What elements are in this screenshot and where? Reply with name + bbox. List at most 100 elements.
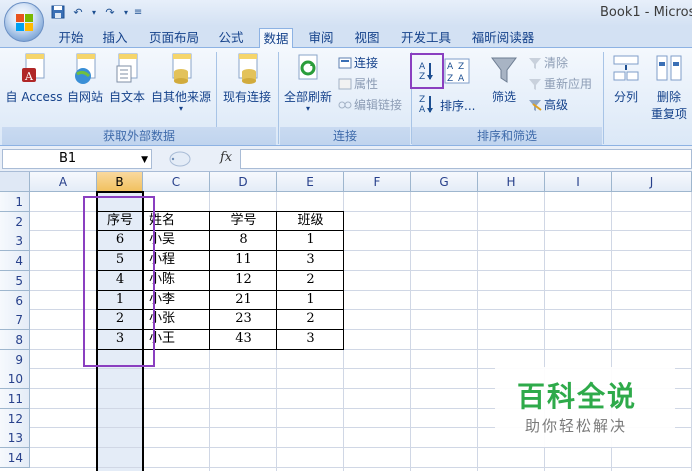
filter-funnel-icon <box>490 52 518 86</box>
svg-text:Z: Z <box>447 74 453 84</box>
text-to-columns-label: 分列 <box>613 90 638 104</box>
name-box[interactable]: B1 ▼ <box>2 149 152 169</box>
svg-text:A: A <box>447 62 454 72</box>
row-header-11[interactable]: 11 <box>0 389 30 409</box>
svg-text:Z: Z <box>458 62 464 72</box>
cell-c8[interactable]: 小王 <box>149 329 210 349</box>
header-cell-c[interactable]: 姓名 <box>149 211 210 231</box>
cell-e4[interactable]: 3 <box>277 250 344 270</box>
column-header-h[interactable]: H <box>478 172 545 192</box>
sort-descending-button[interactable]: ZA <box>414 94 438 116</box>
access-icon: A <box>20 52 48 86</box>
redo-dropdown-icon[interactable]: ▾ <box>122 4 130 20</box>
cell-e6[interactable]: 1 <box>277 290 344 310</box>
select-all-corner[interactable] <box>0 172 30 192</box>
filter-label: 筛选 <box>491 90 516 104</box>
tab-data[interactable]: 数据 <box>259 28 293 49</box>
cell-e5[interactable]: 2 <box>277 270 344 290</box>
chevron-down-icon: ▾ <box>305 104 310 113</box>
ribbon-tabs: 开始 插入 页面布局 公式 数据 审阅 视图 开发工具 福昕阅读器 <box>0 26 692 49</box>
column-header-c[interactable]: C <box>143 172 210 192</box>
column-header-a[interactable]: A <box>30 172 97 192</box>
cell-d5[interactable]: 12 <box>210 270 277 290</box>
row-header-8[interactable]: 8 <box>0 329 30 350</box>
row-header-1[interactable]: 1 <box>0 192 30 212</box>
column-header-i[interactable]: I <box>545 172 612 192</box>
column-header-f[interactable]: F <box>344 172 411 192</box>
cell-c7[interactable]: 小张 <box>149 309 210 329</box>
gridline-vertical <box>477 192 478 471</box>
column-header-g[interactable]: G <box>411 172 478 192</box>
remove-duplicates-label-2: 重复项 <box>650 107 687 121</box>
save-icon[interactable] <box>50 4 66 20</box>
resize-handle-icon[interactable] <box>160 149 220 169</box>
cell-d3[interactable]: 8 <box>210 230 277 250</box>
web-icon <box>71 52 99 86</box>
remove-duplicates-button[interactable]: 删除 重复项 <box>646 48 692 122</box>
ribbon: A 自 Access 自网站 自文本 自其他来源 ▾ 现有连接 获取外部数据 全… <box>0 48 692 146</box>
tab-developer[interactable]: 开发工具 <box>398 28 454 48</box>
cell-c4[interactable]: 小程 <box>149 250 210 270</box>
row-header-12[interactable]: 12 <box>0 408 30 429</box>
column-header-e[interactable]: E <box>277 172 344 192</box>
insert-function-icon[interactable]: fx <box>220 150 232 165</box>
cell-c3[interactable]: 小吴 <box>149 230 210 250</box>
row-header-6[interactable]: 6 <box>0 290 30 311</box>
connections-icon <box>338 56 352 70</box>
tab-page-layout[interactable]: 页面布局 <box>145 28 203 48</box>
tab-view[interactable]: 视图 <box>352 28 382 48</box>
column-header-d[interactable]: D <box>210 172 277 192</box>
advanced-filter-icon <box>528 98 542 112</box>
row-header-14[interactable]: 14 <box>0 448 30 469</box>
from-other-sources-label: 自其他来源 <box>150 90 211 104</box>
filter-button[interactable]: 筛选 <box>482 48 526 105</box>
sort-button[interactable]: 排序... <box>440 97 475 114</box>
row-header-4[interactable]: 4 <box>0 251 30 272</box>
header-cell-d[interactable]: 学号 <box>210 211 277 231</box>
row-header-3[interactable]: 3 <box>0 231 30 252</box>
tab-home[interactable]: 开始 <box>56 28 86 48</box>
sort-az-za-icon-button[interactable]: AZZA <box>444 58 470 87</box>
customize-qat-icon[interactable]: ≡ <box>134 4 142 20</box>
row-header-5[interactable]: 5 <box>0 270 30 291</box>
from-text-button[interactable]: 自文本 <box>106 48 148 105</box>
chevron-down-icon[interactable]: ▼ <box>141 151 148 169</box>
cell-d4[interactable]: 11 <box>210 250 277 270</box>
tab-foxit-reader[interactable]: 福昕阅读器 <box>468 28 538 48</box>
redo-icon[interactable]: ↷ <box>102 4 118 20</box>
cell-e7[interactable]: 2 <box>277 309 344 329</box>
undo-icon[interactable]: ↶ <box>70 4 86 20</box>
tab-insert[interactable]: 插入 <box>100 28 130 48</box>
advanced-button[interactable]: 高级 <box>528 96 568 113</box>
header-cell-e[interactable]: 班级 <box>277 211 344 231</box>
undo-dropdown-icon[interactable]: ▾ <box>90 4 98 20</box>
from-web-label: 自网站 <box>66 90 103 104</box>
connections-button[interactable]: 连接 <box>338 54 378 71</box>
cell-e3[interactable]: 1 <box>277 230 344 250</box>
cell-d6[interactable]: 21 <box>210 290 277 310</box>
from-other-sources-button[interactable]: 自其他来源 ▾ <box>148 48 214 113</box>
column-header-j[interactable]: J <box>612 172 692 192</box>
cell-c5[interactable]: 小陈 <box>149 270 210 290</box>
row-header-13[interactable]: 13 <box>0 428 30 449</box>
office-button[interactable] <box>4 2 44 42</box>
existing-connections-button[interactable]: 现有连接 <box>218 48 276 105</box>
tab-review[interactable]: 审阅 <box>306 28 336 48</box>
from-access-button[interactable]: A 自 Access <box>4 48 64 105</box>
cell-c6[interactable]: 小李 <box>149 290 210 310</box>
cell-e8[interactable]: 3 <box>277 329 344 349</box>
text-to-columns-button[interactable]: 分列 <box>608 48 644 105</box>
row-header-7[interactable]: 7 <box>0 310 30 331</box>
from-access-label: 自 Access <box>5 90 63 104</box>
cell-d7[interactable]: 23 <box>210 309 277 329</box>
cell-d8[interactable]: 43 <box>210 329 277 349</box>
other-sources-icon <box>167 52 195 86</box>
column-header-b[interactable]: B <box>97 172 143 192</box>
refresh-all-button[interactable]: 全部刷新 ▾ <box>281 48 335 113</box>
row-header-2[interactable]: 2 <box>0 211 30 232</box>
from-web-button[interactable]: 自网站 <box>64 48 106 105</box>
tab-formulas[interactable]: 公式 <box>216 28 246 48</box>
row-header-9[interactable]: 9 <box>0 349 30 370</box>
row-header-10[interactable]: 10 <box>0 369 30 390</box>
formula-input[interactable] <box>240 149 692 169</box>
